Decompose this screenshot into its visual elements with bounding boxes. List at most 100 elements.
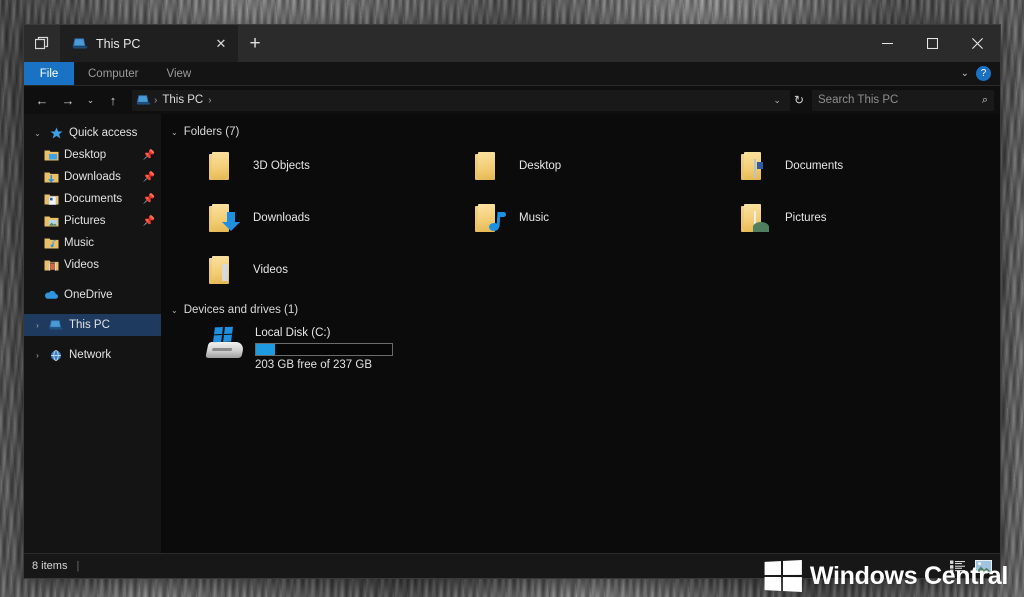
- tab-list-icon[interactable]: [24, 25, 60, 62]
- folder-tile-3d-objects[interactable]: 3D Objects: [167, 144, 433, 188]
- breadcrumb-this-pc[interactable]: This PC: [160, 94, 205, 106]
- breadcrumb-separator-2[interactable]: ›: [208, 95, 211, 106]
- file-explorer-window: This PC ✕ +: [24, 25, 1000, 578]
- this-pc-icon: [72, 37, 88, 51]
- up-button[interactable]: ↑: [101, 89, 125, 111]
- this-pc-icon: [136, 94, 151, 107]
- sidebar-label: Network: [69, 349, 155, 361]
- folder-tile-label: Desktop: [519, 160, 561, 172]
- folder-pictures-icon: [43, 213, 59, 229]
- sidebar-label: Videos: [64, 259, 155, 271]
- minimize-button[interactable]: [865, 25, 910, 62]
- chevron-down-icon[interactable]: ⌄: [171, 128, 178, 137]
- sidebar-item-this-pc[interactable]: › This PC: [24, 314, 161, 336]
- large-icons-view-icon[interactable]: [975, 559, 992, 574]
- desktop-background: This PC ✕ +: [0, 0, 1024, 597]
- back-button[interactable]: ←: [30, 89, 54, 111]
- new-tab-icon[interactable]: +: [238, 25, 272, 62]
- folder-tile-label: Videos: [253, 264, 288, 276]
- folder-tile-documents[interactable]: Documents: [699, 144, 965, 188]
- maximize-icon: [927, 38, 938, 49]
- sidebar-item-network[interactable]: › Network: [24, 344, 161, 366]
- folder-tile-music[interactable]: Music: [433, 196, 699, 240]
- content-pane[interactable]: ⌄ Folders (7) 3D Objects: [161, 114, 1000, 553]
- folders-group-header[interactable]: ⌄ Folders (7): [167, 124, 1000, 144]
- sidebar-label: Desktop: [64, 149, 138, 161]
- folder-documents-icon: [43, 191, 59, 207]
- folder-downloads-icon: [43, 169, 59, 185]
- chevron-right-icon[interactable]: ›: [32, 321, 43, 330]
- pin-icon[interactable]: 📌: [143, 194, 155, 205]
- sidebar-label: Music: [64, 237, 155, 249]
- pin-icon[interactable]: 📌: [143, 150, 155, 161]
- drives-group-header[interactable]: ⌄ Devices and drives (1): [167, 302, 1000, 322]
- sidebar-item-pictures[interactable]: Pictures 📌: [24, 210, 161, 232]
- item-count: 8 items: [32, 560, 67, 572]
- onedrive-cloud-icon: [43, 287, 59, 303]
- folder-music-icon: [43, 235, 59, 251]
- minimize-icon: [882, 38, 893, 49]
- folder-tile-downloads[interactable]: Downloads: [167, 196, 433, 240]
- folder-tile-videos[interactable]: Videos: [167, 248, 433, 292]
- breadcrumb-separator: ›: [154, 95, 157, 106]
- recent-locations-button[interactable]: ⌄: [82, 89, 99, 111]
- pin-icon[interactable]: 📌: [143, 216, 155, 227]
- sidebar-item-videos[interactable]: Videos: [24, 254, 161, 276]
- folder-pictures-icon: [741, 204, 775, 233]
- this-pc-icon: [48, 317, 64, 333]
- drive-tile-local-disk-c[interactable]: Local Disk (C:) 203 GB free of 237 GB: [167, 322, 1000, 371]
- tab-file[interactable]: File: [24, 62, 74, 85]
- sidebar-item-onedrive[interactable]: OneDrive: [24, 284, 161, 306]
- drives-section: ⌄ Devices and drives (1) Local Disk (C:): [167, 302, 1000, 371]
- folder-documents-icon: [741, 152, 775, 181]
- close-tab-icon[interactable]: ✕: [210, 33, 232, 55]
- search-icon: ⌕: [982, 94, 988, 107]
- search-input[interactable]: Search This PC: [818, 94, 982, 106]
- folder-tile-label: Downloads: [253, 212, 310, 224]
- close-icon: [972, 38, 983, 49]
- chevron-down-icon[interactable]: ⌄: [961, 68, 969, 79]
- breadcrumb[interactable]: › This PC › ⌄: [132, 90, 790, 111]
- browser-tab-this-pc[interactable]: This PC ✕: [60, 25, 238, 62]
- status-divider: |: [76, 560, 79, 572]
- folder-desktop-icon: [43, 147, 59, 163]
- folder-tile-label: 3D Objects: [253, 160, 310, 172]
- status-bar: 8 items |: [24, 553, 1000, 578]
- tab-view[interactable]: View: [153, 62, 206, 85]
- help-button[interactable]: ?: [976, 66, 991, 81]
- sidebar-item-desktop[interactable]: Desktop 📌: [24, 144, 161, 166]
- details-view-icon[interactable]: [949, 559, 966, 574]
- tab-list-glyph: [35, 36, 50, 51]
- window-body: ⌄ Quick access Desktop 📌: [24, 114, 1000, 553]
- folder-tile-pictures[interactable]: Pictures: [699, 196, 965, 240]
- title-bar: This PC ✕ +: [24, 25, 1000, 62]
- sidebar-label: Downloads: [64, 171, 138, 183]
- chevron-down-icon[interactable]: ⌄: [32, 129, 43, 138]
- close-window-button[interactable]: [955, 25, 1000, 62]
- folder-tile-label: Music: [519, 212, 549, 224]
- address-bar: ← → ⌄ ↑ › This PC › ⌄ ↻ Search This PC ⌕: [24, 86, 1000, 114]
- drive-free-space: 203 GB free of 237 GB: [255, 359, 393, 371]
- drives-group-label: Devices and drives (1): [184, 304, 298, 316]
- folder-tile-desktop[interactable]: Desktop: [433, 144, 699, 188]
- maximize-button[interactable]: [910, 25, 955, 62]
- refresh-button[interactable]: ↻: [792, 93, 810, 107]
- sidebar-item-downloads[interactable]: Downloads 📌: [24, 166, 161, 188]
- pin-icon[interactable]: 📌: [143, 172, 155, 183]
- sidebar-item-quick-access[interactable]: ⌄ Quick access: [24, 122, 161, 144]
- folders-group-label: Folders (7): [184, 126, 240, 138]
- chevron-down-icon[interactable]: ⌄: [171, 306, 178, 315]
- address-dropdown-icon[interactable]: ⌄: [773, 95, 786, 106]
- folder-videos-icon: [209, 256, 243, 285]
- drive-capacity-bar: [255, 343, 393, 356]
- forward-button[interactable]: →: [56, 89, 80, 111]
- sidebar-item-music[interactable]: Music: [24, 232, 161, 254]
- network-icon: [48, 347, 64, 363]
- drive-capacity-fill: [256, 344, 275, 355]
- tab-computer[interactable]: Computer: [74, 62, 153, 85]
- chevron-right-icon[interactable]: ›: [32, 351, 43, 360]
- title-bar-drag-area[interactable]: [272, 25, 865, 62]
- search-box[interactable]: Search This PC ⌕: [812, 90, 994, 111]
- sidebar-item-documents[interactable]: Documents 📌: [24, 188, 161, 210]
- folder-tile-label: Pictures: [785, 212, 827, 224]
